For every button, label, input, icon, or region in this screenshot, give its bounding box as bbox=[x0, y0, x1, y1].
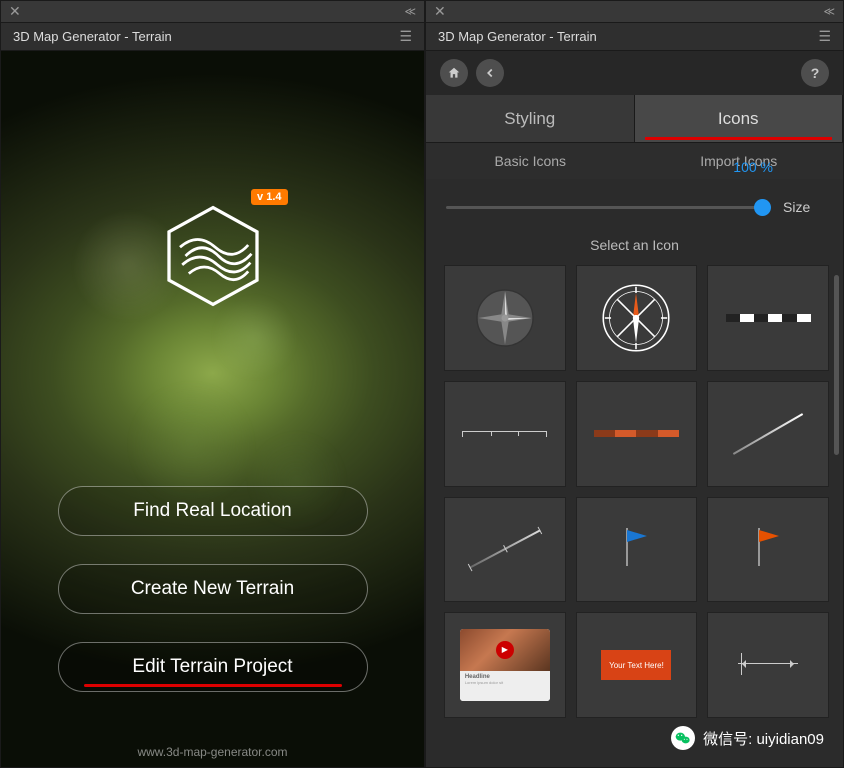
left-panel: ✕ ≪ 3D Map Generator - Terrain ☰ v 1.4 F… bbox=[0, 0, 425, 768]
tab-icons[interactable]: Icons bbox=[635, 95, 844, 143]
tab-styling[interactable]: Styling bbox=[426, 95, 635, 143]
subtab-basic-icons[interactable]: Basic Icons bbox=[426, 143, 635, 179]
watermark-text: 微信号: uiyidian09 bbox=[703, 728, 824, 749]
create-terrain-button[interactable]: Create New Terrain bbox=[58, 564, 368, 614]
back-arrow-icon bbox=[483, 66, 497, 80]
button-label: Find Real Location bbox=[133, 500, 291, 522]
select-icon-label: Select an Icon bbox=[426, 237, 843, 253]
button-label: Create New Terrain bbox=[131, 578, 294, 600]
main-tabs: Styling Icons bbox=[426, 95, 843, 143]
version-badge: v 1.4 bbox=[251, 189, 287, 205]
icon-arrow-axes[interactable] bbox=[707, 612, 829, 718]
tab-label: Styling bbox=[504, 109, 555, 129]
icon-flag-blue[interactable] bbox=[576, 497, 698, 603]
icon-text-card[interactable]: Your Text Here! bbox=[576, 612, 698, 718]
title-bar: 3D Map Generator - Terrain ☰ bbox=[426, 23, 843, 51]
menu-icon[interactable]: ☰ bbox=[818, 28, 831, 45]
subtab-label: Basic Icons bbox=[494, 153, 566, 169]
diagonal-scale-2-icon bbox=[469, 530, 541, 569]
slider-label: Size bbox=[783, 199, 823, 215]
icon-grid: ▶ HeadlineLorem ipsum dolor sit Your Tex… bbox=[444, 265, 829, 718]
help-icon: ? bbox=[811, 65, 820, 81]
video-card-icon: ▶ HeadlineLorem ipsum dolor sit bbox=[460, 629, 550, 701]
navigation-row: ? bbox=[426, 51, 843, 95]
icon-scale-bw[interactable] bbox=[707, 265, 829, 371]
compass-clock-icon bbox=[597, 279, 675, 357]
slider-value: 100 % bbox=[733, 159, 773, 175]
highlight-underline bbox=[645, 137, 833, 140]
icon-scale-diagonal-2[interactable] bbox=[444, 497, 566, 603]
compass-rose-icon bbox=[470, 283, 540, 353]
scrollbar[interactable] bbox=[834, 275, 839, 455]
text-card-label: Your Text Here! bbox=[609, 661, 664, 670]
logo: v 1.4 bbox=[158, 201, 268, 316]
terrain-background: v 1.4 Find Real Location Create New Terr… bbox=[1, 51, 424, 767]
find-location-button[interactable]: Find Real Location bbox=[58, 486, 368, 536]
scale-bar-icon bbox=[726, 314, 811, 322]
flag-blue-icon bbox=[621, 526, 651, 573]
flag-orange-icon bbox=[753, 526, 783, 573]
icon-compass-clock[interactable] bbox=[576, 265, 698, 371]
icon-grid-scroll[interactable]: ▶ HeadlineLorem ipsum dolor sit Your Tex… bbox=[426, 265, 843, 767]
title-bar: 3D Map Generator - Terrain ☰ bbox=[1, 23, 424, 51]
sub-tabs: Basic Icons Import Icons bbox=[426, 143, 843, 179]
menu-icon[interactable]: ☰ bbox=[399, 28, 412, 45]
icon-compass-rose[interactable] bbox=[444, 265, 566, 371]
wechat-icon bbox=[671, 726, 695, 750]
help-button[interactable]: ? bbox=[801, 59, 829, 87]
hexagon-logo-icon bbox=[158, 201, 268, 311]
button-label: Edit Terrain Project bbox=[132, 656, 292, 678]
highlight-underline bbox=[84, 684, 342, 687]
slider-thumb[interactable] bbox=[754, 199, 771, 216]
size-slider-row: 100 % Size bbox=[426, 179, 843, 219]
panel-tab-bar: ✕ ≪ bbox=[426, 1, 843, 23]
watermark: 微信号: uiyidian09 bbox=[671, 726, 824, 750]
arrow-axes-icon bbox=[733, 645, 803, 685]
main-menu-buttons: Find Real Location Create New Terrain Ed… bbox=[58, 486, 368, 692]
edit-terrain-button[interactable]: Edit Terrain Project bbox=[58, 642, 368, 692]
footer-link[interactable]: www.3d-map-generator.com bbox=[137, 745, 287, 759]
scale-orange-icon bbox=[594, 430, 679, 437]
home-button[interactable] bbox=[440, 59, 468, 87]
panel-tab-bar: ✕ ≪ bbox=[1, 1, 424, 23]
back-button[interactable] bbox=[476, 59, 504, 87]
right-panel: ✕ ≪ 3D Map Generator - Terrain ☰ ? Styli… bbox=[425, 0, 844, 768]
collapse-icon[interactable]: ≪ bbox=[823, 5, 835, 18]
close-icon[interactable]: ✕ bbox=[434, 3, 446, 20]
panel-title: 3D Map Generator - Terrain bbox=[438, 29, 597, 44]
tab-label: Icons bbox=[718, 109, 759, 129]
panel-title: 3D Map Generator - Terrain bbox=[13, 29, 172, 44]
diagonal-scale-icon bbox=[733, 413, 803, 455]
icon-scale-diagonal[interactable] bbox=[707, 381, 829, 487]
icon-flag-orange[interactable] bbox=[707, 497, 829, 603]
icon-video-card[interactable]: ▶ HeadlineLorem ipsum dolor sit bbox=[444, 612, 566, 718]
icon-scale-thin[interactable] bbox=[444, 381, 566, 487]
icon-scale-orange[interactable] bbox=[576, 381, 698, 487]
nav-buttons bbox=[440, 59, 504, 87]
text-card-icon: Your Text Here! bbox=[601, 650, 671, 680]
home-icon bbox=[447, 66, 461, 80]
close-icon[interactable]: ✕ bbox=[9, 3, 21, 20]
size-slider[interactable] bbox=[446, 206, 771, 209]
collapse-icon[interactable]: ≪ bbox=[404, 5, 416, 18]
scale-thin-icon bbox=[462, 431, 547, 437]
